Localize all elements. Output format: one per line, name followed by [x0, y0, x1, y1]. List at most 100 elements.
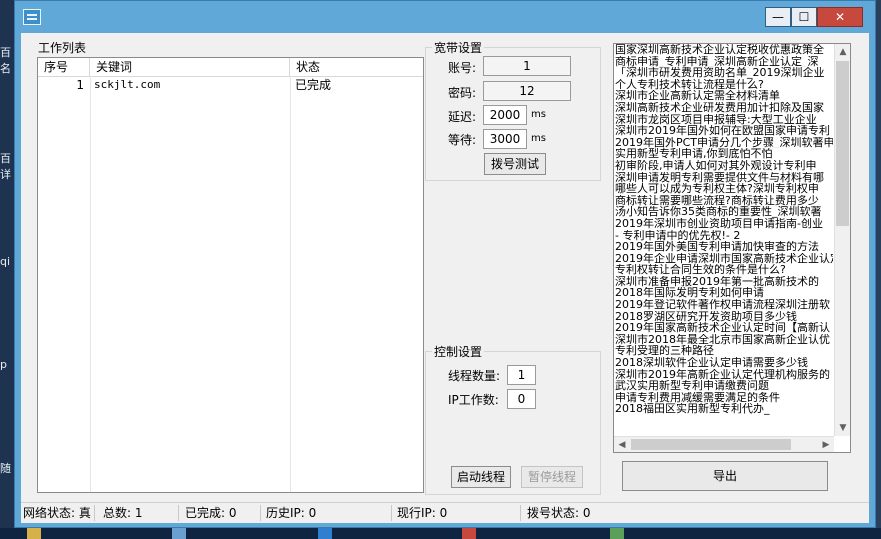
wait-label: 等待:: [448, 133, 477, 147]
delay-field[interactable]: 2000: [483, 105, 527, 125]
keyword-textarea[interactable]: 国家深圳高新技术企业认定税收优惠政策全 商标申请_专利申请_深圳高新企业认定_深「…: [613, 43, 851, 453]
status-bar: 网络状态: 真 总数: 1 已完成: 0 历史IP: 0 现行IP: 0 拨号状…: [21, 502, 869, 523]
maximize-button[interactable]: ☐: [791, 7, 817, 27]
row-keyword: sckjlt.com: [94, 78, 161, 91]
text-line: 2018福田区实用新型专利代办_: [615, 403, 770, 415]
text-line: 武汉实用新型专利申请缴费问题: [615, 380, 769, 392]
text-line: 深圳市2018年最全北京市国家高新企业认优: [615, 333, 830, 346]
table-row[interactable]: 1 sckjlt.com 已完成: [38, 77, 423, 93]
ip-work-field[interactable]: 0: [507, 389, 536, 409]
column-header-index[interactable]: 序号: [38, 58, 90, 76]
password-label: 密码:: [448, 86, 477, 100]
column-header-status[interactable]: 状态: [290, 58, 424, 76]
close-button[interactable]: ✕: [817, 7, 863, 27]
app-window: — ☐ ✕ 工作列表 序号 关键词 状态 1 sckjlt.com 已完成 宽带…: [14, 0, 876, 528]
vertical-scrollbar[interactable]: ▲ ▼: [834, 44, 850, 436]
taskbar-folder-icon[interactable]: [27, 528, 41, 539]
text-line: 专利受理的三种路径: [615, 345, 714, 358]
scroll-up-icon[interactable]: ▲: [835, 44, 850, 60]
password-field[interactable]: 12: [483, 81, 571, 101]
control-title: 控制设置: [432, 343, 485, 360]
text-line: 深圳申请发明专利需要提供文件与材料有哪: [615, 171, 824, 184]
status-history-ip: 历史IP: 0: [264, 505, 392, 521]
desktop-icon-label[interactable]: 详: [0, 166, 14, 182]
grid-line: [290, 76, 291, 492]
text-line: 国家深圳高新技术企业认定税收优惠政策全: [615, 44, 824, 56]
taskbar: [0, 528, 881, 539]
desktop-strip: 百 名 百 详 qi p 随: [0, 0, 14, 539]
text-line: 2018罗湖区研究开发资助项目多少钱: [615, 310, 797, 323]
text-line: 2019年国家高新技术企业认定时间【高新认: [615, 322, 830, 334]
text-line: 深圳市龙岗区项目申报辅导:大型工业企业: [615, 113, 817, 126]
app-icon[interactable]: [23, 9, 41, 25]
text-line: 2019年深圳市创业资助项目申请指南-创业: [615, 217, 823, 230]
threads-label: 线程数量:: [448, 369, 501, 383]
work-list-header: 序号 关键词 状态: [38, 58, 423, 77]
text-line: 深圳市准备申报2019年第一批高新技术的: [615, 275, 819, 288]
text-line: 商标申请_专利申请_深圳高新企业认定_深: [615, 55, 819, 68]
ip-work-label: IP工作数:: [448, 393, 499, 407]
taskbar-app-icon[interactable]: [172, 528, 186, 539]
dial-test-button[interactable]: 拨号测试: [484, 153, 546, 175]
status-total: 总数: 1: [101, 505, 179, 521]
threads-field[interactable]: 1: [507, 365, 536, 385]
scroll-down-icon[interactable]: ▼: [835, 420, 850, 436]
export-button[interactable]: 导出: [622, 461, 828, 491]
taskbar-app-icon[interactable]: [318, 528, 332, 539]
grid-line: [90, 76, 91, 492]
text-line: 汤小知告诉你35类商标的重要性_深圳软著: [615, 206, 822, 218]
text-line: 2019年企业申请深圳市国家高新技术企业认定的: [615, 252, 833, 265]
wait-field[interactable]: 3000: [483, 129, 527, 149]
text-line: 深圳高新技术企业研发费用加计扣除及国家: [615, 101, 824, 114]
text-line: 实用新型专利申请,你到底怕不怕: [615, 148, 773, 160]
scroll-right-icon[interactable]: ▶: [818, 437, 834, 452]
account-field[interactable]: 1: [483, 56, 571, 76]
title-bar[interactable]: — ☐ ✕: [15, 1, 875, 33]
desktop-icon-label[interactable]: p: [0, 358, 14, 371]
text-line: 深圳市2019年高新企业认定代理机构服务的: [615, 368, 830, 381]
text-line: 深圳市2019年国外如何在欧盟国家申请专利: [615, 125, 830, 137]
minimize-button[interactable]: —: [765, 7, 791, 27]
desktop-icon-label[interactable]: 百: [0, 44, 14, 60]
desktop-icon-label[interactable]: qi: [0, 255, 14, 268]
text-line: 2019年登记软件著作权申请流程深圳注册软: [615, 299, 830, 311]
desktop-icon-label[interactable]: 随: [0, 460, 14, 476]
textarea-content: 国家深圳高新技术企业认定税收优惠政策全 商标申请_专利申请_深圳高新企业认定_深「…: [615, 44, 833, 415]
client-area: 工作列表 序号 关键词 状态 1 sckjlt.com 已完成 宽带设置 账号:…: [21, 33, 869, 523]
pause-threads-button[interactable]: 暂停线程: [521, 466, 583, 488]
text-line: 申请专利费用减缓需要满足的条件: [615, 391, 780, 404]
text-line: 个人专利技术转让流程是什么?: [615, 78, 764, 91]
text-line: - 专利申请中的优先权!- 2: [615, 229, 741, 242]
text-line: 「深圳市研发费用资助名单_2019深圳企业: [615, 67, 825, 79]
delay-label: 延迟:: [448, 110, 477, 124]
status-current-ip: 现行IP: 0: [395, 505, 521, 521]
scroll-left-icon[interactable]: ◀: [614, 437, 630, 452]
status-done: 已完成: 0: [183, 505, 261, 521]
broadband-title: 宽带设置: [432, 39, 485, 56]
desktop-icon-label[interactable]: 百: [0, 150, 14, 166]
account-label: 账号:: [448, 61, 477, 75]
text-line: 商标转让需要哪些流程?商标转让费用多少: [615, 194, 819, 207]
taskbar-app-icon[interactable]: [462, 528, 476, 539]
wait-unit: ms: [531, 133, 546, 144]
horizontal-scrollbar[interactable]: ◀ ▶: [614, 436, 834, 452]
text-line: 2018深圳软件企业认定申请需要多少钱: [615, 357, 808, 369]
vertical-scroll-thumb[interactable]: [836, 61, 849, 226]
work-list-view[interactable]: 序号 关键词 状态 1 sckjlt.com 已完成: [37, 57, 424, 493]
start-threads-button[interactable]: 启动线程: [451, 466, 511, 488]
row-status: 已完成: [295, 78, 332, 92]
taskbar-app-icon[interactable]: [610, 528, 624, 539]
text-line: 深圳市企业高新认定需全材料清单: [615, 90, 780, 102]
status-dial: 拨号状态: 0: [527, 506, 591, 520]
work-list-title: 工作列表: [38, 41, 87, 55]
text-line: 2019年国外美国专利申请加快审查的方法: [615, 241, 819, 253]
desktop-icon-label[interactable]: 名: [0, 60, 14, 76]
status-network: 网络状态: 真: [21, 505, 95, 521]
delay-unit: ms: [531, 109, 546, 120]
column-header-keyword[interactable]: 关键词: [90, 58, 290, 76]
text-line: 2019年国外PCT申请分几个步骤_深圳软著申: [615, 136, 833, 149]
horizontal-scroll-thumb[interactable]: [631, 439, 791, 450]
text-line: 哪些人可以成为专利权主体?深圳专利权申: [615, 183, 819, 195]
text-line: 专利权转让合同生效的条件是什么?: [615, 264, 786, 276]
text-line: 初审阶段,申请人如何对其外观设计专利申: [615, 159, 817, 172]
